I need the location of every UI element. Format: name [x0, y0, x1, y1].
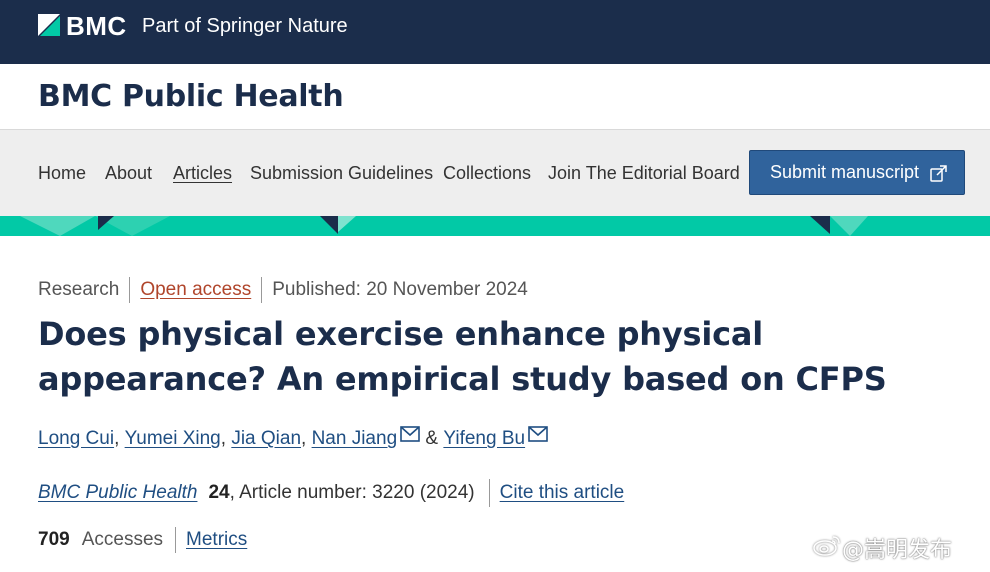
external-link-icon	[929, 163, 949, 183]
email-icon[interactable]	[528, 426, 548, 442]
journal-header: BMC Public Health	[0, 64, 990, 130]
author-link[interactable]: Yumei Xing	[125, 426, 221, 452]
bmc-logo-icon[interactable]	[38, 13, 60, 37]
citation-row: BMC Public Health 24 , Article number: 3…	[38, 479, 624, 507]
open-access-link[interactable]: Open access	[140, 277, 251, 303]
weibo-icon	[812, 533, 842, 563]
watermark-text: @嵩明发布	[842, 538, 953, 563]
author-link[interactable]: Long Cui	[38, 426, 114, 452]
author-link[interactable]: Nan Jiang	[312, 426, 398, 452]
watermark: @嵩明发布	[812, 532, 952, 564]
article-title: Does physical exercise enhance physical …	[38, 315, 887, 398]
author-separator: ,	[114, 428, 120, 449]
metrics-divider	[175, 527, 177, 553]
nav-item-about[interactable]: About	[105, 162, 152, 184]
nav-item-editorial-board[interactable]: Join The Editorial Board	[548, 162, 740, 184]
meta-divider	[129, 277, 131, 303]
article-meta: Research Open access Published: 20 Novem…	[38, 277, 528, 303]
author-conjunction: &	[425, 428, 439, 449]
author-list: Long Cui, Yumei Xing, Jia Qian, Nan Jian…	[38, 426, 548, 452]
brand-header: BMC Part of Springer Nature	[0, 0, 990, 64]
nav-item-collections[interactable]: Collections	[443, 162, 531, 184]
accesses-label: Accesses	[81, 529, 164, 550]
author-separator: ,	[220, 428, 227, 449]
citation-volume: 24	[208, 482, 230, 503]
email-icon[interactable]	[400, 426, 420, 442]
accesses-count: 709	[38, 529, 70, 550]
main-navigation: Home About Articles Submission Guideline…	[0, 130, 990, 216]
citation-article-number: , Article number: 3220 (2024)	[229, 482, 475, 503]
published-date: Published: 20 November 2024	[272, 279, 528, 300]
brand-name[interactable]: BMC	[66, 12, 127, 40]
author-link[interactable]: Yifeng Bu	[443, 426, 525, 452]
citation-journal-link[interactable]: BMC Public Health	[38, 480, 197, 506]
author-link[interactable]: Jia Qian	[231, 426, 301, 452]
author-separator: ,	[301, 428, 307, 449]
citation-divider	[488, 479, 490, 507]
metrics-row: 709 Accesses Metrics	[38, 527, 247, 553]
decorative-band	[0, 216, 990, 236]
decorative-band-pattern	[20, 216, 868, 236]
journal-title[interactable]: BMC Public Health	[38, 78, 344, 116]
metrics-link[interactable]: Metrics	[186, 527, 247, 553]
nav-item-articles[interactable]: Articles	[173, 162, 232, 184]
nav-item-home[interactable]: Home	[38, 162, 86, 184]
brand-tagline[interactable]: Part of Springer Nature	[142, 13, 348, 39]
submit-manuscript-label: Submit manuscript	[770, 162, 920, 182]
nav-item-submission-guidelines[interactable]: Submission Guidelines	[250, 162, 433, 184]
meta-divider	[261, 277, 263, 303]
submit-manuscript-button[interactable]: Submit manuscript	[749, 150, 965, 195]
article-type: Research	[38, 279, 120, 300]
cite-this-article-link[interactable]: Cite this article	[500, 480, 625, 506]
